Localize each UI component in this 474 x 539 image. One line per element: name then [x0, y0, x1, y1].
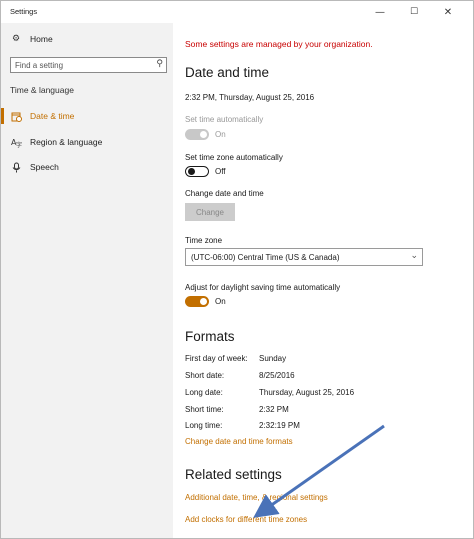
time-zone-label: Time zone: [185, 236, 223, 245]
dst-label: Adjust for daylight saving time automati…: [185, 283, 341, 292]
calendar-clock-icon: [8, 108, 24, 124]
microphone-icon: [8, 159, 24, 175]
time-zone-value: (UTC-06:00) Central Time (US & Canada): [191, 252, 340, 262]
format-value: Thursday, August 25, 2016: [259, 388, 355, 397]
maximize-button[interactable]: ☐: [401, 3, 427, 21]
globe-language-icon: A字: [8, 134, 24, 150]
format-value: 2:32 PM: [259, 405, 289, 414]
sidebar-item-label: Speech: [30, 162, 59, 172]
sidebar-item-home[interactable]: ⚙ Home: [1, 27, 173, 51]
toggle-knob: [187, 168, 195, 175]
set-time-auto-label: Set time automatically: [185, 115, 264, 124]
toggle-knob: [200, 131, 207, 138]
title-bar: Settings — ☐ ✕: [1, 1, 473, 23]
change-button[interactable]: Change: [185, 203, 235, 221]
set-tz-auto-toggle[interactable]: [185, 166, 209, 177]
set-time-auto-state: On: [215, 130, 226, 139]
search-input[interactable]: Find a setting ⚲: [10, 57, 167, 73]
settings-window: Settings — ☐ ✕ ⚙ Home Find a setting ⚲ T…: [0, 0, 474, 539]
sidebar-group-label: Time & language: [10, 85, 74, 95]
close-button[interactable]: ✕: [435, 3, 461, 21]
format-key: First day of week:: [185, 354, 248, 363]
sidebar-item-speech[interactable]: Speech: [1, 155, 173, 179]
set-tz-auto-label: Set time zone automatically: [185, 153, 283, 162]
sidebar: ⚙ Home Find a setting ⚲ Time & language …: [1, 23, 173, 538]
additional-settings-link[interactable]: Additional date, time, & regional settin…: [185, 493, 328, 502]
date-time-heading: Date and time: [185, 65, 270, 80]
dst-toggle[interactable]: [185, 296, 209, 307]
change-formats-link[interactable]: Change date and time formats: [185, 437, 293, 446]
window-title: Settings: [10, 7, 38, 16]
format-key: Short time:: [185, 405, 224, 414]
sidebar-item-date-time[interactable]: Date & time: [1, 104, 173, 128]
set-tz-auto-state: Off: [215, 167, 226, 176]
gear-icon: ⚙: [11, 34, 21, 44]
active-indicator: [1, 108, 4, 124]
format-key: Long time:: [185, 421, 223, 430]
set-time-auto-toggle[interactable]: [185, 129, 209, 140]
add-clocks-link[interactable]: Add clocks for different time zones: [185, 515, 307, 524]
managed-warning: Some settings are managed by your organi…: [185, 39, 373, 49]
current-datetime: 2:32 PM, Thursday, August 25, 2016: [185, 93, 315, 102]
sidebar-item-label: Home: [30, 34, 53, 44]
search-icon: ⚲: [156, 59, 163, 69]
minimize-button[interactable]: —: [367, 3, 393, 21]
format-key: Short date:: [185, 371, 225, 380]
related-settings-heading: Related settings: [185, 467, 282, 482]
svg-text:字: 字: [16, 141, 22, 148]
time-zone-select[interactable]: (UTC-06:00) Central Time (US & Canada) ⌄: [185, 248, 423, 266]
formats-heading: Formats: [185, 329, 235, 344]
toggle-knob: [200, 298, 207, 305]
format-value: 8/25/2016: [259, 371, 295, 380]
format-value: Sunday: [259, 354, 287, 363]
sidebar-item-region-language[interactable]: A字 Region & language: [1, 130, 173, 154]
sidebar-item-label: Date & time: [30, 111, 75, 121]
chevron-down-icon: ⌄: [410, 251, 418, 261]
change-dt-label: Change date and time: [185, 189, 264, 198]
format-key: Long date:: [185, 388, 223, 397]
search-placeholder: Find a setting: [15, 60, 64, 70]
dst-state: On: [215, 297, 226, 306]
format-value: 2:32:19 PM: [259, 421, 300, 430]
sidebar-item-label: Region & language: [30, 137, 103, 147]
